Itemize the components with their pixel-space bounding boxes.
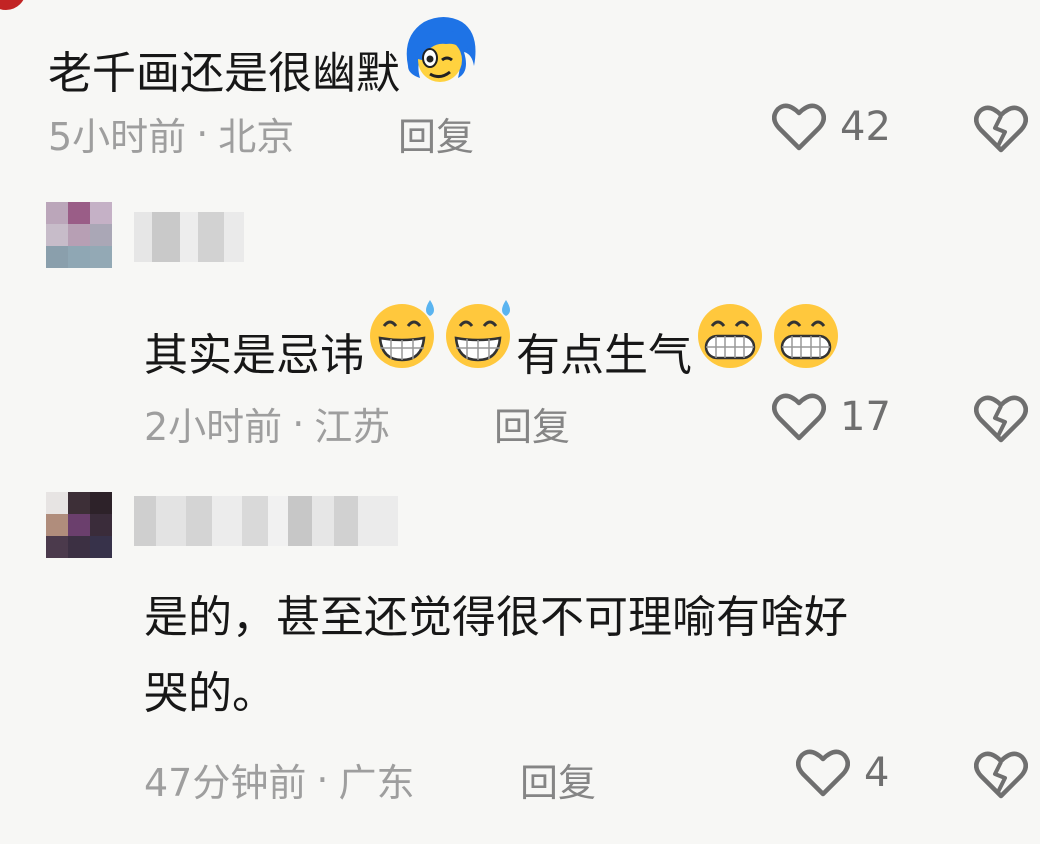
username-blurred[interactable] [134,496,398,546]
comment-time: 2小时前 [144,405,283,449]
like-count: 42 [840,104,891,150]
broken-heart-icon [974,394,1028,444]
broken-heart-icon [974,750,1028,800]
comment-meta: 47分钟前 · 广东 [144,752,414,807]
dislike-button[interactable] [974,394,1028,444]
grimacing-emoji [692,298,768,370]
like-button[interactable]: 42 [772,102,891,152]
like-count: 4 [864,750,890,796]
comment-location: 江苏 [314,405,391,449]
comment-location: 广东 [338,761,415,805]
comment-text-content: 老千画还是很幽默 [48,48,400,99]
comment-text: 是的，甚至还觉得很不可理喻有啥好 [144,588,848,648]
heart-outline-icon [796,748,850,798]
comment-text: 其实是忌讳 有点生气 [144,298,844,386]
broken-heart-icon [974,104,1028,154]
dislike-button[interactable] [974,750,1028,800]
comment-text-content: 其实是忌讳 [144,330,364,381]
comment-location: 北京 [218,115,295,159]
avatar[interactable] [0,0,26,10]
comment-time: 5小时前 [48,115,187,159]
comment-text: 哭的。 [144,664,276,724]
meta-separator: · [292,401,305,446]
comment-text-content: 是的，甚至还觉得很不可理喻有啥好 [144,592,848,643]
grimacing-emoji [768,298,844,370]
comment-text-content: 哭的。 [144,668,276,719]
grinning-sweat-emoji [364,298,440,370]
comment-thread: 老千画还是很幽默 5小时前 · 北京 回复 42 其实是忌讳 有点生气 2小时前… [0,0,1040,844]
comment-text: 老千画还是很幽默 [48,14,478,104]
avatar[interactable] [46,202,112,268]
like-button[interactable]: 17 [772,392,891,442]
comment-time: 47分钟前 [144,761,307,805]
avatar[interactable] [46,492,112,558]
grinning-sweat-emoji [440,298,516,370]
meta-separator: · [316,757,329,802]
like-count: 17 [840,394,891,440]
comment-meta: 2小时前 · 江苏 [144,396,390,451]
username-blurred[interactable] [134,212,244,262]
like-button[interactable]: 4 [796,748,889,798]
blue-hair-face-emoji [400,14,478,88]
reply-button[interactable]: 回复 [520,752,596,807]
comment-text-content: 有点生气 [516,330,692,381]
meta-separator: · [196,111,209,156]
reply-button[interactable]: 回复 [494,396,570,451]
reply-button[interactable]: 回复 [398,106,474,161]
comment-meta: 5小时前 · 北京 [48,106,294,161]
heart-outline-icon [772,102,826,152]
heart-outline-icon [772,392,826,442]
dislike-button[interactable] [974,104,1028,154]
